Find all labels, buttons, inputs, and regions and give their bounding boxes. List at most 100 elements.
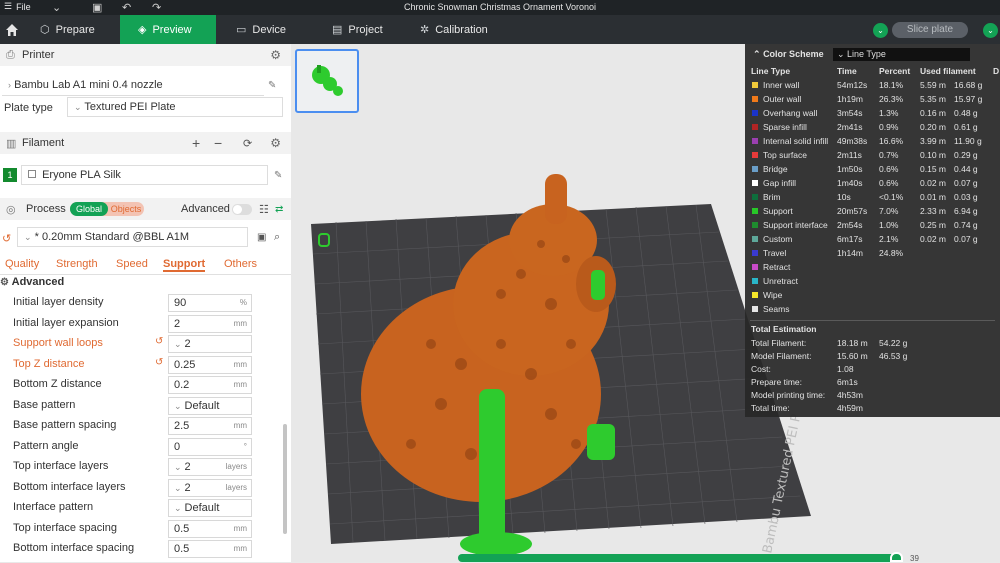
tab-prepare[interactable]: ⬡ Prepare — [30, 15, 120, 44]
remove-filament-icon[interactable]: − — [214, 135, 222, 151]
settings-scrollbar[interactable] — [283, 424, 287, 534]
line-type-row[interactable]: Top surface 2m11s 0.7% 0.10 m 0.29 g — [745, 149, 1000, 163]
line-type-row[interactable]: Travel 1h14m 24.8% — [745, 247, 1000, 261]
tab-project[interactable]: ▤ Project — [322, 15, 412, 44]
tab-preview[interactable]: ◈ Preview — [120, 15, 216, 44]
setting-input[interactable]: 0.5 mm — [168, 519, 252, 538]
line-type-row[interactable]: Retract — [745, 261, 1000, 275]
line-type-row[interactable]: Seams — [745, 303, 1000, 317]
setting-unit: mm — [233, 359, 247, 369]
collapse-icon[interactable]: ⌃ — [753, 49, 761, 59]
line-type-color-swatch — [752, 166, 758, 172]
advanced-switch[interactable] — [232, 203, 252, 215]
filament-settings-gear-icon[interactable]: ⚙ — [270, 136, 281, 150]
line-type-g: 6.94 g — [954, 206, 978, 216]
preset-reset-icon[interactable]: ↺ — [2, 232, 11, 245]
setting-input[interactable]: 0.5 mm — [168, 540, 252, 558]
setting-reset-icon[interactable]: ↺ — [155, 357, 163, 368]
preset-save-icon[interactable]: ▣ — [257, 232, 266, 243]
line-type-row[interactable]: Overhang wall 3m54s 1.3% 0.16 m 0.48 g — [745, 107, 1000, 121]
process-preset-select[interactable]: ⌄ * 0.20mm Standard @BBL A1M — [17, 227, 248, 247]
line-type-m: 0.01 m — [920, 192, 946, 202]
setting-select[interactable]: ⌄ 2 — [168, 335, 252, 353]
printer-edit-icon[interactable]: ✎ — [268, 80, 276, 91]
slice-dropdown-icon[interactable]: ⌄ — [873, 23, 888, 38]
tab-calibration[interactable]: ✲ Calibration — [410, 15, 510, 44]
tab-quality[interactable]: Quality — [5, 258, 39, 270]
line-type-m: 0.10 m — [920, 150, 946, 160]
tab-project-label: Project — [348, 23, 383, 36]
line-type-time: 3m54s — [837, 108, 863, 118]
setting-input[interactable]: 0.25 mm — [168, 355, 252, 374]
printer-settings-gear-icon[interactable]: ⚙ — [270, 48, 281, 62]
line-type-row[interactable]: Support 20m57s 7.0% 2.33 m 6.94 g — [745, 205, 1000, 219]
setting-row: Pattern angle 0 ° — [0, 437, 280, 456]
line-type-row[interactable]: Internal solid infill 49m38s 16.6% 3.99 m 11… — [745, 135, 1000, 149]
filament-select[interactable]: Eryone PLA Silk — [21, 165, 268, 185]
setting-input[interactable]: 0.2 mm — [168, 376, 252, 394]
estimation-label: Total Filament: — [751, 338, 807, 348]
setting-select[interactable]: ⌄ 2 layers — [168, 458, 252, 476]
setting-value: 2 — [174, 317, 181, 330]
printer-section-title: Printer — [22, 49, 55, 61]
setting-label: Support wall loops — [13, 337, 103, 349]
line-type-row[interactable]: Inner wall 54m12s 18.1% 5.59 m 16.68 g — [745, 79, 1000, 93]
line-type-name: Overhang wall — [763, 108, 818, 118]
setting-value: Default — [184, 502, 220, 514]
line-type-name: Support interface — [763, 220, 828, 230]
line-type-row[interactable]: Unretract — [745, 275, 1000, 289]
setting-reset-icon[interactable]: ↺ — [155, 336, 163, 347]
tab-others[interactable]: Others — [224, 258, 257, 270]
setting-value: 2.5 — [174, 420, 190, 432]
color-scheme-select[interactable]: ⌄ Line Type — [833, 48, 970, 61]
line-type-row[interactable]: Sparse infill 2m41s 0.9% 0.20 m 0.61 g — [745, 121, 1000, 135]
process-compare-icon[interactable]: ⇄ — [275, 204, 283, 215]
global-objects-toggle[interactable]: Global Objects — [70, 202, 144, 216]
line-type-row[interactable]: Custom 6m17s 2.1% 0.02 m 0.07 g — [745, 233, 1000, 247]
slice-plate-button[interactable]: Slice plate — [892, 22, 968, 38]
chevron-right-icon: › — [8, 80, 11, 90]
horizontal-layer-slider[interactable] — [458, 554, 898, 562]
line-type-percent: 26.3% — [879, 94, 904, 104]
line-type-row[interactable]: Support interface 2m54s 1.0% 0.25 m 0.74 g — [745, 219, 1000, 233]
add-filament-icon[interactable]: + — [192, 135, 200, 151]
preset-search-icon[interactable]: ⌕ — [274, 231, 280, 244]
filament-edit-icon[interactable]: ✎ — [274, 170, 282, 181]
process-list-icon[interactable]: ☷ — [259, 203, 269, 216]
title-bar: ☰ File ⌄ ▣ ↶ ↷ Chronic Snowman Christmas… — [0, 0, 1000, 15]
line-type-row[interactable]: Bridge 1m50s 0.6% 0.15 m 0.44 g — [745, 163, 1000, 177]
setting-input[interactable]: 90% — [168, 294, 252, 312]
toggle-global[interactable]: Global — [70, 202, 108, 216]
plate-type-select[interactable]: ⌄ Textured PEI Plate — [67, 97, 283, 117]
line-type-percent: 7.0% — [879, 206, 899, 216]
plate-type-value: Textured PEI Plate — [84, 101, 176, 113]
setting-select[interactable]: ⌄ Default — [168, 396, 252, 415]
line-type-row[interactable]: Gap infill 1m40s 0.6% 0.02 m 0.07 g — [745, 177, 1000, 191]
col-line-type: Line Type — [751, 66, 791, 76]
setting-input[interactable]: 0 ° — [168, 437, 252, 456]
tab-support[interactable]: Support — [163, 258, 206, 272]
line-type-row[interactable]: Wipe — [745, 289, 1000, 303]
setting-input[interactable]: 2 mm — [168, 314, 252, 333]
tab-strength[interactable]: Strength — [56, 258, 98, 270]
setting-input[interactable]: 2.5 mm — [168, 417, 252, 435]
filament-sync-icon[interactable]: ⟳ — [243, 137, 252, 150]
tab-device[interactable]: ▭ Device — [226, 15, 316, 44]
setting-label: Pattern angle — [13, 439, 79, 452]
line-type-percent: 16.6% — [879, 136, 904, 146]
setting-select[interactable]: ⌄ Default — [168, 499, 252, 517]
line-type-row[interactable]: Brim 10s <0.1% 0.01 m 0.03 g — [745, 191, 1000, 205]
tab-speed[interactable]: Speed — [116, 258, 148, 270]
line-type-time: 2m41s — [837, 122, 863, 132]
setting-select[interactable]: ⌄ 2 layers — [168, 478, 252, 497]
filament-slot-badge[interactable]: 1 — [3, 168, 17, 182]
estimation-v2: 46.53 g — [879, 351, 908, 361]
toggle-objects[interactable]: Objects — [109, 202, 143, 216]
home-button[interactable] — [0, 15, 28, 44]
export-dropdown-icon[interactable]: ⌄ — [983, 23, 998, 38]
horizontal-slider-handle[interactable] — [890, 552, 903, 562]
estimation-label: Model printing time: — [751, 390, 826, 400]
line-type-g: 16.68 g — [954, 80, 983, 90]
printer-select[interactable]: › Bambu Lab A1 mini 0.4 nozzle — [2, 76, 264, 96]
line-type-row[interactable]: Outer wall 1h19m 26.3% 5.35 m 15.97 g — [745, 93, 1000, 107]
